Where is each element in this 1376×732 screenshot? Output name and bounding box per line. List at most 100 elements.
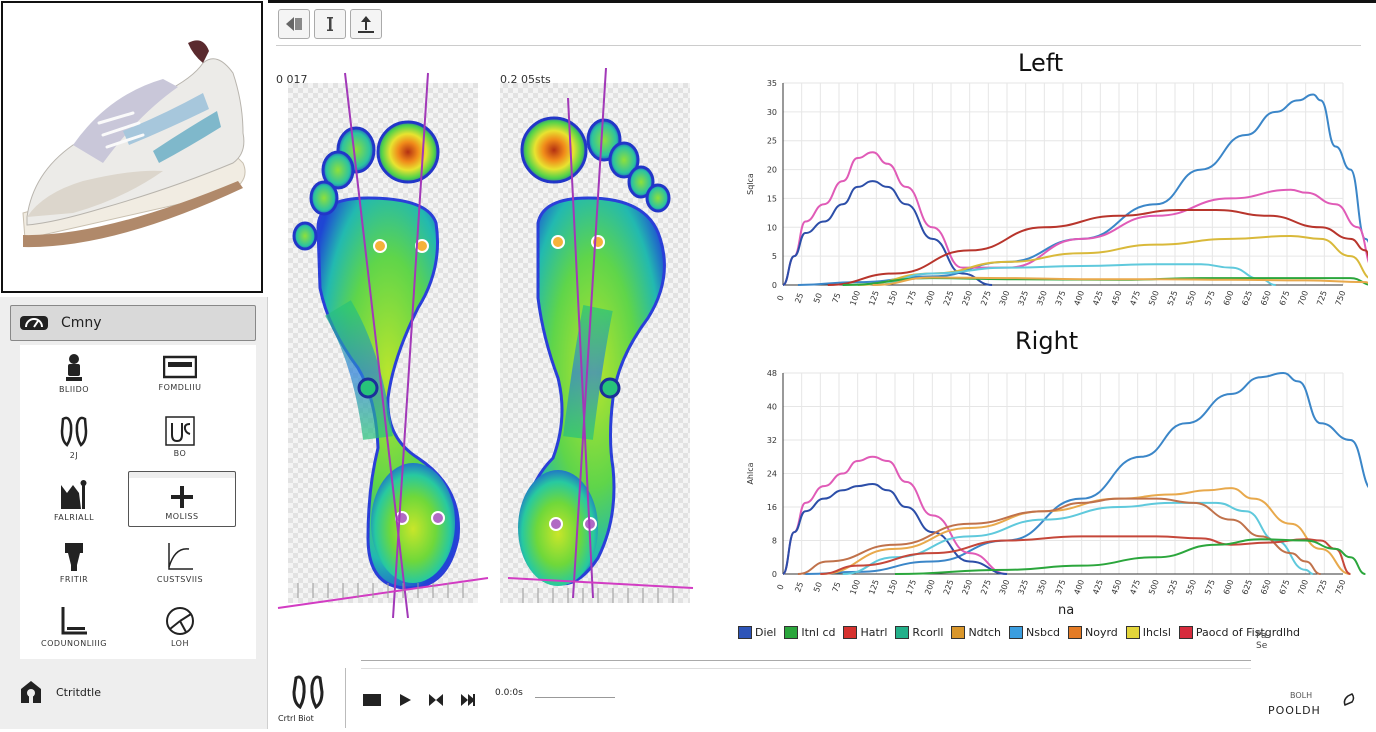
timeline-slider[interactable] xyxy=(535,697,615,698)
gauge-icon xyxy=(20,316,48,330)
x-tick-label: 325 xyxy=(1016,289,1030,306)
legend-item: Noyrd xyxy=(1067,626,1118,639)
legend-item: Itnl cd xyxy=(784,626,835,639)
x-tick-label: 75 xyxy=(831,581,843,594)
x-tick-label: 275 xyxy=(979,578,993,595)
side-note: Pa Se xyxy=(1256,631,1268,651)
angle-icon xyxy=(61,607,87,635)
edit-icon[interactable] xyxy=(1342,692,1356,708)
y-tick-label: 30 xyxy=(767,108,777,117)
x-tick-label: 725 xyxy=(1315,578,1329,595)
x-tick-label: 375 xyxy=(1054,289,1068,306)
tool-label: LOH xyxy=(171,639,189,648)
x-tick-label: 425 xyxy=(1091,289,1105,306)
x-tick-label: 750 xyxy=(1334,578,1348,595)
gait-footprints-icon[interactable] xyxy=(290,674,326,710)
x-tick-label: 125 xyxy=(867,289,881,306)
tool-label: FOMDLIIU xyxy=(158,383,202,392)
compass-icon xyxy=(166,607,194,635)
x-tick-label: 425 xyxy=(1091,578,1105,595)
legend-item: Rcorll xyxy=(895,626,943,639)
tool-button[interactable]: BLIIDO xyxy=(24,349,124,405)
x-tick-label: 0 xyxy=(776,583,786,591)
tool-label: CODUNONLIIIG xyxy=(41,639,107,648)
x-tick-label: 300 xyxy=(998,289,1012,306)
tool-button-selected[interactable]: MOLISS xyxy=(128,471,236,527)
x-tick-label: 50 xyxy=(812,292,824,305)
back-icon xyxy=(286,17,302,31)
x-tick-label: 700 xyxy=(1296,578,1310,595)
tool-label: BLIIDO xyxy=(58,385,90,394)
platform-icon xyxy=(163,355,197,379)
legend-label: Hatrl xyxy=(860,626,888,639)
footprints-icon xyxy=(60,416,88,447)
category-label: Cmny xyxy=(61,315,102,331)
x-tick-label: 475 xyxy=(1128,578,1142,595)
x-tick-label: 625 xyxy=(1240,289,1254,306)
legend-label: Noyrd xyxy=(1084,626,1118,639)
legend-item: Diel xyxy=(738,626,776,639)
x-tick-label: 725 xyxy=(1315,289,1329,306)
tool-label: MOLISS xyxy=(165,512,199,521)
tool-button[interactable]: 2J xyxy=(24,411,124,467)
legend-swatch xyxy=(1009,626,1023,639)
category-button[interactable]: Cmny xyxy=(10,305,256,341)
step-back-icon[interactable] xyxy=(428,693,444,707)
play-icon[interactable] xyxy=(398,693,412,707)
legend-swatch xyxy=(843,626,858,639)
right-chart-title: Right xyxy=(1015,327,1079,355)
tool-label: FALRIALL xyxy=(53,513,95,522)
tool-label: BO xyxy=(173,449,187,458)
sneaker-icon xyxy=(22,40,246,248)
legend-item: Hatrl xyxy=(843,626,887,639)
x-tick-label: 150 xyxy=(886,289,900,306)
series-line xyxy=(820,487,1351,575)
info-icon xyxy=(327,17,333,31)
tool-button[interactable]: CUSTSVIIS xyxy=(130,537,230,593)
x-tick-label: 575 xyxy=(1203,578,1217,595)
x-tick-label: 550 xyxy=(1184,578,1198,595)
tool-button[interactable]: BO xyxy=(130,411,230,467)
tool-button[interactable]: LOH xyxy=(130,601,230,657)
tool-button[interactable]: FOMDLIIU xyxy=(130,349,230,405)
upload-button[interactable] xyxy=(350,9,382,39)
step-forward-icon[interactable] xyxy=(460,693,476,707)
tool-panel: Cmny BLIIDO FOMDLIIU 2J BO FALRIALL MOLI… xyxy=(0,297,268,729)
legend-label: Diel xyxy=(755,626,777,639)
x-tick-label: 450 xyxy=(1110,578,1124,595)
x-tick-label: 100 xyxy=(848,578,862,595)
y-axis-label: Sqlca xyxy=(746,173,755,195)
legend-label: Nsbcd xyxy=(1026,626,1060,639)
x-tick-label: 625 xyxy=(1240,578,1254,595)
stop-icon[interactable] xyxy=(363,693,381,707)
x-tick-label: 25 xyxy=(793,292,805,305)
back-button[interactable] xyxy=(278,9,310,39)
x-tick-label: 400 xyxy=(1072,289,1086,306)
y-tick-label: 32 xyxy=(767,436,777,445)
x-tick-label: 75 xyxy=(831,292,843,305)
x-tick-label: 650 xyxy=(1259,289,1273,306)
chart-legend: Diel Itnl cd Hatrl Rcorll Ndtch Nsbcd Noyrd Ihc… xyxy=(738,626,1300,639)
x-tick-label: 375 xyxy=(1054,578,1068,595)
tool-button[interactable]: FRITIR xyxy=(24,537,124,593)
info-button[interactable] xyxy=(314,9,346,39)
legend-label: Itnl cd xyxy=(801,626,836,639)
panel-footer[interactable]: Ctritdtle xyxy=(18,679,101,705)
tool-button[interactable]: CODUNONLIIIG xyxy=(24,601,124,657)
x-tick-label: 525 xyxy=(1166,578,1180,595)
x-tick-label: 200 xyxy=(923,289,937,306)
y-tick-label: 35 xyxy=(767,79,777,88)
x-tick-label: 250 xyxy=(960,289,974,306)
x-tick-label: 500 xyxy=(1147,578,1161,595)
tool-button[interactable]: FALRIALL xyxy=(24,475,124,531)
posture-icon xyxy=(61,480,87,509)
status-label: POOLDH xyxy=(1268,704,1321,717)
x-tick-label: 300 xyxy=(998,578,1012,595)
legend-label: Rcorll xyxy=(912,626,944,639)
x-tick-label: 150 xyxy=(886,578,900,595)
legend-swatch xyxy=(738,626,752,639)
leg-icon xyxy=(65,543,83,571)
left-pressure-chart: 051015202530350 25 50 75 100 125 150 175 200 225 2… xyxy=(746,79,1368,307)
series-line xyxy=(820,535,1351,575)
tool-label: CUSTSVIIS xyxy=(156,575,204,584)
